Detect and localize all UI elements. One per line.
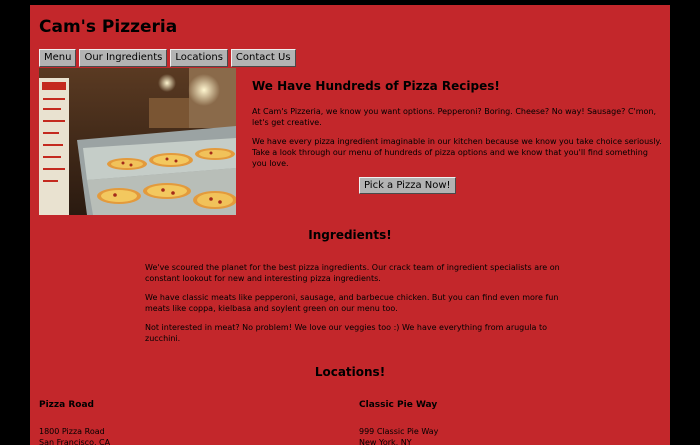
intro-section: We Have Hundreds of Pizza Recipes! At Ca… <box>252 79 662 177</box>
nav-contact-button[interactable]: Contact Us <box>230 49 296 67</box>
nav-menu-button[interactable]: Menu <box>39 49 77 67</box>
main-nav: Menu Our Ingredients Locations Contact U… <box>39 49 296 67</box>
location-card: Pizza Road 1800 Pizza Road San Francisco… <box>39 400 239 445</box>
location-address: 999 Classic Pie Way <box>359 427 439 436</box>
page-container: Cam's Pizzeria Menu Our Ingredients Loca… <box>30 5 670 445</box>
ingredients-paragraph: We have classic meats like pepperoni, sa… <box>145 293 559 313</box>
location-name: Pizza Road <box>39 400 94 410</box>
location-address: 1800 Pizza Road <box>39 427 105 436</box>
pizzeria-photo <box>39 68 236 215</box>
location-card: Classic Pie Way 999 Classic Pie Way New … <box>359 400 559 445</box>
locations-heading: Locations! <box>314 365 386 379</box>
ingredients-heading: Ingredients! <box>308 228 392 242</box>
location-city: San Francisco, CA <box>39 438 111 445</box>
nav-ingredients-button[interactable]: Our Ingredients <box>79 49 168 67</box>
intro-paragraph: At Cam's Pizzeria, we know you want opti… <box>252 107 657 127</box>
location-city: New York, NY <box>359 438 412 445</box>
ingredients-paragraph: We've scoured the planet for the best pi… <box>145 263 560 283</box>
ingredients-paragraph: Not interested in meat? No problem! We l… <box>145 323 548 343</box>
intro-heading: We Have Hundreds of Pizza Recipes! <box>252 79 500 93</box>
nav-locations-button[interactable]: Locations <box>170 49 228 67</box>
pick-pizza-button[interactable]: Pick a Pizza Now! <box>359 177 456 194</box>
ingredients-section: We've scoured the planet for the best pi… <box>145 262 560 352</box>
site-title: Cam's Pizzeria <box>39 17 178 37</box>
intro-paragraph: We have every pizza ingredient imaginabl… <box>252 137 662 168</box>
location-name: Classic Pie Way <box>359 400 438 410</box>
